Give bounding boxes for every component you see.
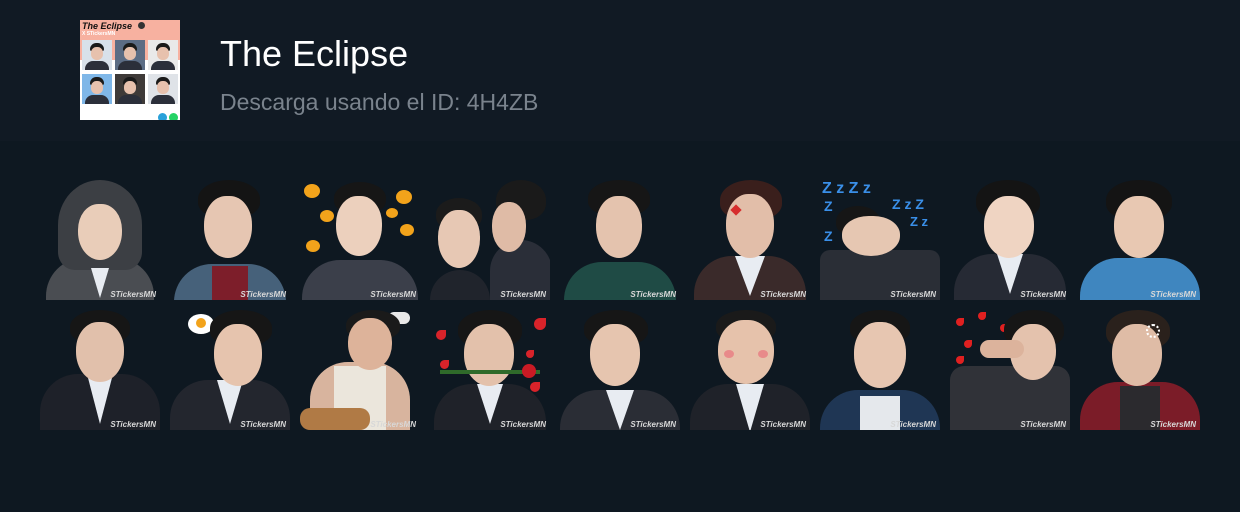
watermark: STickersMN [110,420,156,429]
watermark: STickersMN [760,290,806,299]
sticker-10[interactable]: STickersMN [40,310,160,430]
watermark: STickersMN [500,290,546,299]
sticker-7[interactable]: Z z Z z Z Z Z z Z Z z STickersMN [820,180,940,300]
watermark: STickersMN [630,290,676,299]
cover-subtitle: X STickersMN [82,31,116,37]
sticker-4[interactable]: STickersMN [430,180,550,300]
watermark: STickersMN [630,420,676,429]
pack-download-id: Descarga usando el ID: 4H4ZB [220,89,539,115]
sticker-6[interactable]: STickersMN [690,180,810,300]
watermark: STickersMN [1020,420,1066,429]
moon-icon [138,22,145,29]
telegram-icon [158,113,167,120]
watermark: STickersMN [890,420,936,429]
watermark: STickersMN [370,420,416,429]
pack-cover-image[interactable]: The Eclipse X STickersMN [80,20,180,120]
watermark: STickersMN [240,290,286,299]
sticker-2[interactable]: STickersMN [170,180,290,300]
sticker-18[interactable]: STickersMN [1080,310,1200,430]
sticker-17[interactable]: STickersMN [950,310,1070,430]
sticker-5[interactable]: STickersMN [560,180,680,300]
watermark: STickersMN [1020,290,1066,299]
watermark: STickersMN [240,420,286,429]
sticker-11[interactable]: STickersMN [170,310,290,430]
sticker-15[interactable]: STickersMN [690,310,810,430]
sticker-9[interactable]: STickersMN [1080,180,1200,300]
sticker-16[interactable]: STickersMN [820,310,940,430]
watermark: STickersMN [1150,420,1196,429]
pack-header: The Eclipse X STickersMN The Eclipse Des… [0,0,1240,141]
watermark: STickersMN [760,420,806,429]
sticker-8[interactable]: STickersMN [950,180,1070,300]
pack-title: The Eclipse [220,33,409,74]
sticker-14[interactable]: STickersMN [560,310,680,430]
watermark: STickersMN [500,420,546,429]
sticker-12[interactable]: STickersMN [300,310,420,430]
watermark: STickersMN [110,290,156,299]
sticker-grid: STickersMN STickersMN STickersMN STicker… [40,180,1200,430]
cover-title: The Eclipse [82,21,133,31]
watermark: STickersMN [890,290,936,299]
sticker-1[interactable]: STickersMN [40,180,160,300]
sticker-13[interactable]: STickersMN [430,310,550,430]
watermark: STickersMN [370,290,416,299]
watermark: STickersMN [1150,290,1196,299]
whatsapp-icon [169,113,178,120]
sticker-3[interactable]: STickersMN [300,180,420,300]
